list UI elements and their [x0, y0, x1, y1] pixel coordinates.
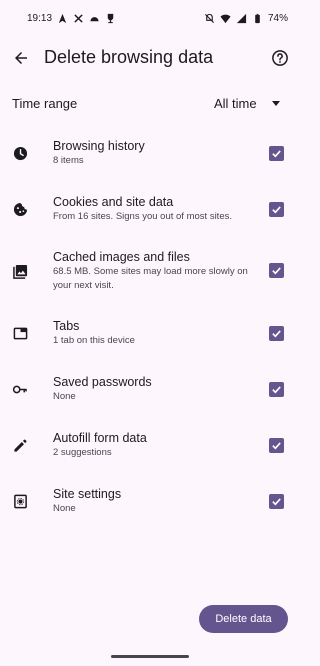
option-title: Browsing history — [53, 139, 145, 153]
cached-images-checkbox[interactable] — [269, 263, 284, 278]
android-icon — [90, 16, 99, 21]
option-title: Tabs — [53, 319, 80, 333]
autofill-checkbox[interactable] — [269, 438, 284, 453]
site-settings-checkbox[interactable] — [269, 494, 284, 509]
site-settings-icon — [12, 493, 28, 509]
time-range-label: Time range — [12, 96, 78, 111]
option-subtitle: 2 suggestions — [53, 447, 112, 458]
navigation-icon — [58, 13, 67, 23]
check-icon — [272, 442, 281, 450]
check-icon — [272, 330, 281, 338]
option-title: Cached images and files — [53, 250, 190, 264]
option-cached-images[interactable]: Cached images and files 68.5 MB. Some si… — [0, 248, 300, 298]
option-subtitle: 1 tab on this device — [53, 335, 135, 346]
history-icon — [12, 145, 28, 161]
chevron-down-icon — [272, 101, 280, 106]
option-title: Autofill form data — [53, 431, 147, 445]
top-app-bar: Delete browsing data — [0, 37, 300, 79]
option-cookies[interactable]: Cookies and site data From 16 sites. Sig… — [0, 193, 300, 233]
key-icon — [12, 381, 28, 397]
option-subtitle: None — [53, 391, 76, 402]
wifi-icon — [220, 14, 231, 23]
status-right: 74% — [204, 13, 288, 24]
option-browsing-history[interactable]: Browsing history 8 items — [0, 137, 300, 177]
check-icon — [272, 267, 281, 275]
tabs-checkbox[interactable] — [269, 326, 284, 341]
help-button[interactable] — [268, 46, 292, 70]
arrow-back-icon — [15, 52, 27, 64]
browsing-history-checkbox[interactable] — [269, 146, 284, 161]
time-range-dropdown[interactable]: All time — [206, 90, 288, 116]
tools-icon — [74, 13, 83, 23]
check-icon — [272, 150, 281, 158]
option-subtitle: None — [53, 503, 76, 514]
time-range-value: All time — [214, 95, 257, 111]
help-icon — [272, 50, 288, 66]
status-left: 19:13 — [27, 13, 116, 24]
option-title: Saved passwords — [53, 375, 152, 389]
time-range-row: Time range All time — [0, 89, 300, 117]
status-battery: 74% — [267, 12, 288, 24]
gesture-nav-handle[interactable] — [111, 655, 189, 658]
status-bar: 19:13 74% — [0, 0, 300, 36]
page-title: Delete browsing data — [44, 47, 214, 67]
delete-data-button[interactable]: Delete data — [199, 605, 288, 633]
option-title: Cookies and site data — [53, 195, 174, 209]
check-icon — [272, 206, 281, 214]
pencil-icon — [12, 437, 28, 453]
check-icon — [272, 386, 281, 394]
status-time: 19:13 — [27, 12, 53, 24]
back-button[interactable] — [9, 46, 33, 70]
option-title: Site settings — [53, 487, 122, 501]
saved-passwords-checkbox[interactable] — [269, 382, 284, 397]
image-icon — [12, 263, 28, 279]
option-autofill[interactable]: Autofill form data 2 suggestions — [0, 429, 300, 469]
battery-icon — [255, 13, 260, 23]
trophy-icon — [107, 13, 114, 23]
option-subtitle: 8 items — [53, 155, 84, 166]
check-icon — [272, 498, 281, 506]
option-tabs[interactable]: Tabs 1 tab on this device — [0, 317, 300, 357]
tab-icon — [12, 325, 28, 341]
option-site-settings[interactable]: Site settings None — [0, 485, 300, 525]
cookies-checkbox[interactable] — [269, 202, 284, 217]
mute-icon — [204, 13, 214, 23]
option-saved-passwords[interactable]: Saved passwords None — [0, 373, 300, 413]
cookie-icon — [12, 201, 28, 217]
signal-icon — [236, 13, 247, 23]
option-subtitle: 68.5 MB. Some sites may load more slowly… — [53, 266, 248, 291]
option-subtitle: From 16 sites. Signs you out of most sit… — [53, 211, 232, 222]
